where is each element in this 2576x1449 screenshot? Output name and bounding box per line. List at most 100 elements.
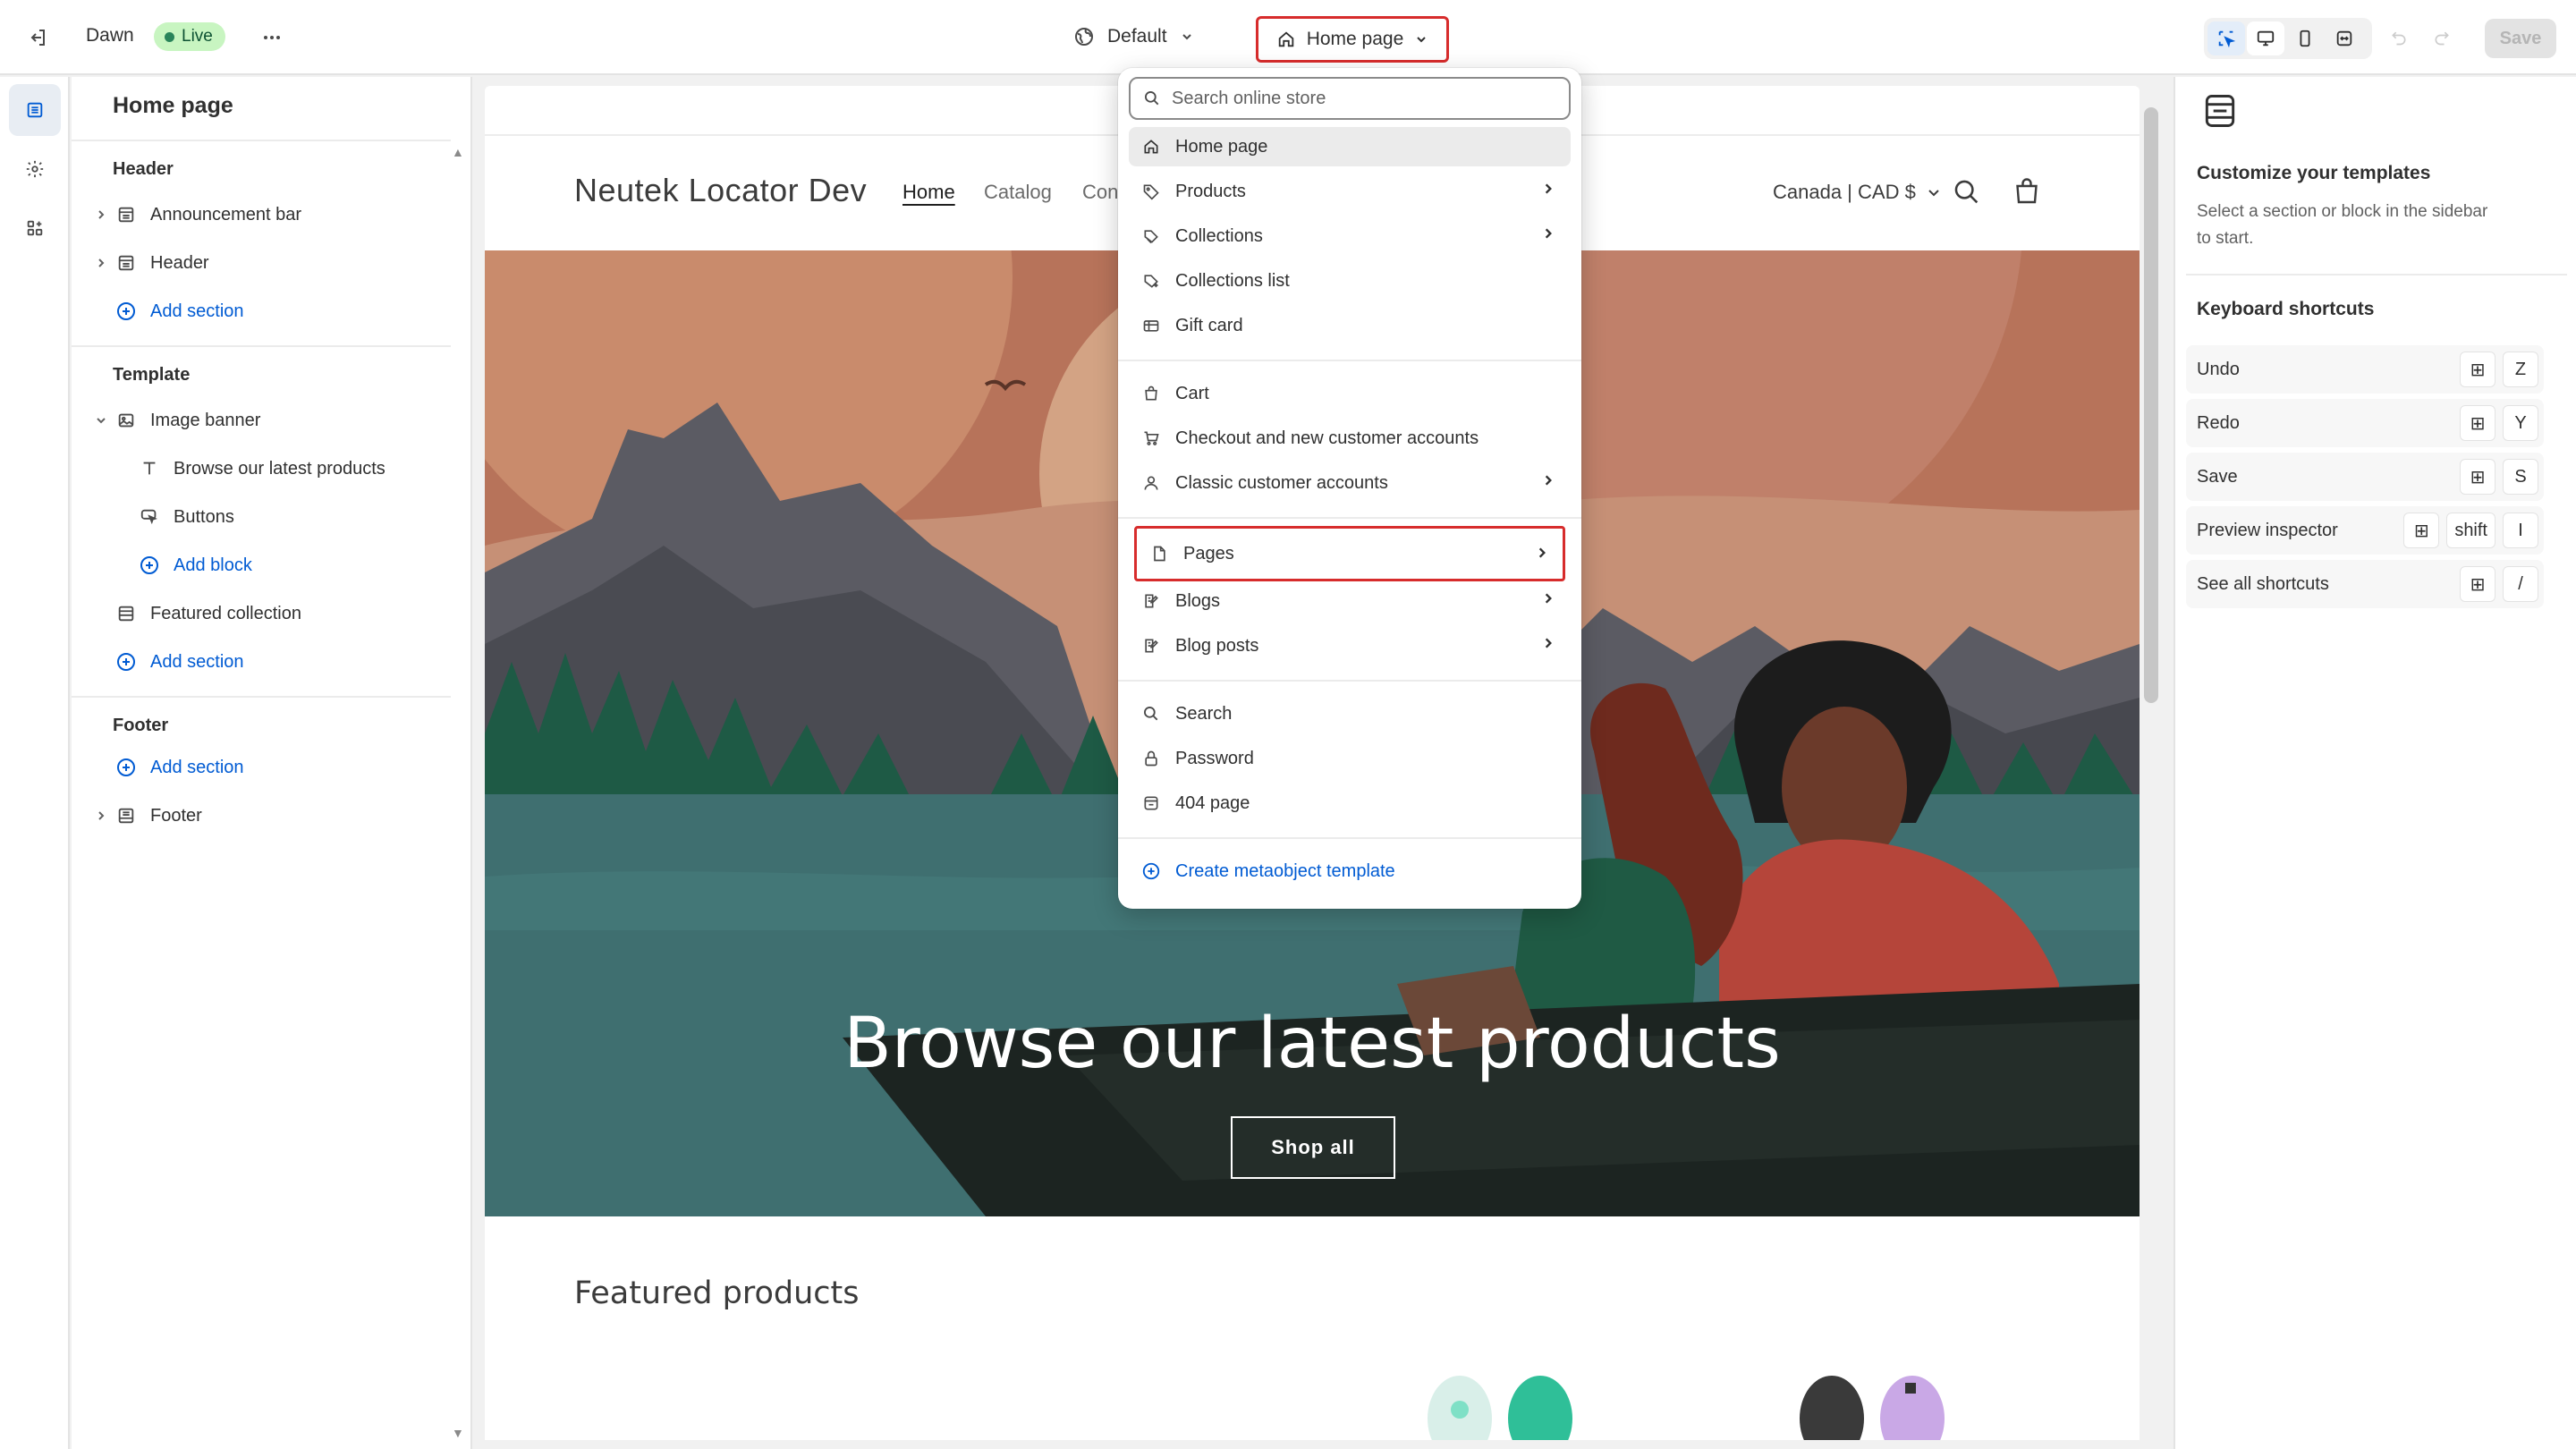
product-thumbnail[interactable] bbox=[1424, 1374, 1585, 1440]
dropdown-item-blog-posts[interactable]: Blog posts bbox=[1129, 626, 1571, 665]
search-icon[interactable] bbox=[1952, 177, 1982, 208]
dropdown-item-label: Products bbox=[1175, 181, 1246, 201]
scroll-up-icon[interactable]: ▲ bbox=[452, 145, 464, 159]
dropdown-item-gift-card[interactable]: Gift card bbox=[1129, 306, 1571, 345]
add-section-button[interactable]: Add section bbox=[113, 293, 244, 329]
add-section-label: Add section bbox=[150, 757, 244, 777]
dropdown-item-classic-accounts[interactable]: Classic customer accounts bbox=[1129, 463, 1571, 503]
save-button[interactable]: Save bbox=[2485, 19, 2556, 58]
sidebar-item-label: Featured collection bbox=[150, 603, 301, 623]
dropdown-item-404[interactable]: 404 page bbox=[1129, 784, 1571, 823]
store-nav-catalog[interactable]: Catalog bbox=[984, 181, 1052, 204]
dropdown-item-home-page[interactable]: Home page bbox=[1129, 127, 1571, 166]
panel-title: Customize your templates bbox=[2197, 163, 2431, 183]
dropdown-item-label: Gift card bbox=[1175, 315, 1243, 335]
dropdown-item-password[interactable]: Password bbox=[1129, 739, 1571, 778]
store-nav-home[interactable]: Home bbox=[902, 181, 955, 204]
chevron-right-icon[interactable] bbox=[89, 258, 113, 268]
home-icon bbox=[1276, 30, 1296, 49]
fullwidth-icon[interactable] bbox=[2326, 21, 2363, 55]
plus-circle-icon bbox=[113, 301, 140, 322]
more-icon[interactable] bbox=[258, 23, 286, 52]
sidebar-item-image-banner[interactable]: Image banner bbox=[89, 402, 260, 438]
person-icon bbox=[1140, 474, 1163, 492]
chevron-down-icon[interactable] bbox=[89, 415, 113, 426]
page-select[interactable]: Home page bbox=[1256, 16, 1449, 63]
mobile-icon[interactable] bbox=[2286, 21, 2324, 55]
scroll-down-icon[interactable]: ▼ bbox=[452, 1426, 464, 1440]
dropdown-item-search[interactable]: Search bbox=[1129, 694, 1571, 733]
text-icon bbox=[136, 459, 163, 479]
dropdown-search[interactable] bbox=[1129, 77, 1571, 120]
header-group-label: Header bbox=[113, 159, 174, 179]
blog-icon bbox=[1140, 592, 1163, 610]
divider bbox=[1118, 680, 1581, 682]
dropdown-item-pages[interactable]: Pages bbox=[1134, 526, 1565, 581]
store-name[interactable]: Neutek Locator Dev bbox=[574, 172, 867, 209]
chevron-right-icon bbox=[1542, 227, 1555, 240]
exit-icon[interactable] bbox=[23, 23, 52, 52]
chevron-right-icon[interactable] bbox=[89, 810, 113, 821]
add-section-button[interactable]: Add section bbox=[113, 644, 244, 680]
collection-icon bbox=[1140, 227, 1163, 245]
plus-circle-icon bbox=[136, 555, 163, 576]
lock-icon bbox=[1140, 750, 1163, 767]
dropdown-item-label: Blog posts bbox=[1175, 635, 1259, 656]
store-nav-contact[interactable]: Con bbox=[1082, 181, 1118, 204]
blog-post-icon bbox=[1140, 637, 1163, 655]
plus-circle-icon bbox=[1140, 861, 1163, 881]
preview-scrollbar-thumb[interactable] bbox=[2144, 107, 2158, 703]
sidebar-item-featured-collection[interactable]: Featured collection bbox=[113, 596, 301, 631]
add-section-button[interactable]: Add section bbox=[113, 750, 244, 785]
search-input[interactable] bbox=[1172, 88, 1547, 109]
cart-icon bbox=[1140, 429, 1163, 447]
shortcut-label: Undo bbox=[2197, 359, 2240, 379]
featured-products-title[interactable]: Featured products bbox=[574, 1275, 859, 1311]
dropdown-item-collections-list[interactable]: Collections list bbox=[1129, 261, 1571, 301]
globe-icon bbox=[1073, 26, 1095, 47]
sidebar-block-heading[interactable]: Browse our latest products bbox=[136, 451, 386, 487]
currency-selector[interactable]: Canada | CAD $ bbox=[1773, 181, 1941, 204]
divider bbox=[2186, 274, 2567, 275]
sidebar-block-buttons[interactable]: Buttons bbox=[136, 499, 234, 535]
dropdown-item-label: Cart bbox=[1175, 383, 1209, 403]
sidebar-item-label: Footer bbox=[150, 805, 202, 826]
shortcut-label: Preview inspector bbox=[2197, 520, 2338, 540]
divider bbox=[1118, 517, 1581, 519]
panel-description: Select a section or block in the sidebar… bbox=[2197, 202, 2488, 248]
sidebar-item-announcement-bar[interactable]: Announcement bar bbox=[89, 197, 301, 233]
apps-icon[interactable] bbox=[9, 202, 61, 254]
cart-icon[interactable] bbox=[2011, 175, 2043, 208]
product-thumbnail[interactable] bbox=[1796, 1374, 1957, 1440]
shortcuts-title: Keyboard shortcuts bbox=[2197, 299, 2375, 319]
chevron-right-icon[interactable] bbox=[89, 209, 113, 220]
sidebar-item-header[interactable]: Header bbox=[89, 245, 209, 281]
add-section-label: Add section bbox=[150, 651, 244, 672]
dropdown-item-collections[interactable]: Collections bbox=[1129, 216, 1571, 256]
redo-icon[interactable] bbox=[2428, 23, 2456, 52]
create-metaobject-template-button[interactable]: Create metaobject template bbox=[1129, 852, 1571, 891]
theme-select[interactable]: Default bbox=[1063, 16, 1205, 57]
shortcut-row-save: Save ⊞ S bbox=[2186, 453, 2544, 501]
dropdown-item-checkout[interactable]: Checkout and new customer accounts bbox=[1129, 419, 1571, 458]
dropdown-item-cart[interactable]: Cart bbox=[1129, 374, 1571, 413]
dropdown-item-products[interactable]: Products bbox=[1129, 172, 1571, 211]
undo-icon[interactable] bbox=[2385, 23, 2413, 52]
settings-icon[interactable] bbox=[9, 143, 61, 195]
dropdown-item-label: Classic customer accounts bbox=[1175, 472, 1388, 493]
shortcut-label: Redo bbox=[2197, 412, 2240, 433]
banner-heading[interactable]: Browse our latest products bbox=[485, 1004, 2140, 1084]
shortcut-row-see-all[interactable]: See all shortcuts ⊞ / bbox=[2186, 560, 2544, 608]
command-key-icon: ⊞ bbox=[2460, 566, 2496, 602]
inspector-icon[interactable] bbox=[2207, 21, 2245, 55]
button-cursor-icon bbox=[136, 507, 163, 527]
sidebar-item-footer[interactable]: Footer bbox=[89, 798, 202, 834]
shop-all-button[interactable]: Shop all bbox=[1231, 1116, 1395, 1179]
sections-icon[interactable] bbox=[9, 84, 61, 136]
desktop-icon[interactable] bbox=[2247, 21, 2284, 55]
left-rail bbox=[0, 77, 70, 1449]
dropdown-item-blogs[interactable]: Blogs bbox=[1129, 581, 1571, 621]
chevron-right-icon bbox=[1542, 182, 1555, 195]
dropdown-item-label: 404 page bbox=[1175, 792, 1250, 813]
add-block-button[interactable]: Add block bbox=[136, 547, 252, 583]
